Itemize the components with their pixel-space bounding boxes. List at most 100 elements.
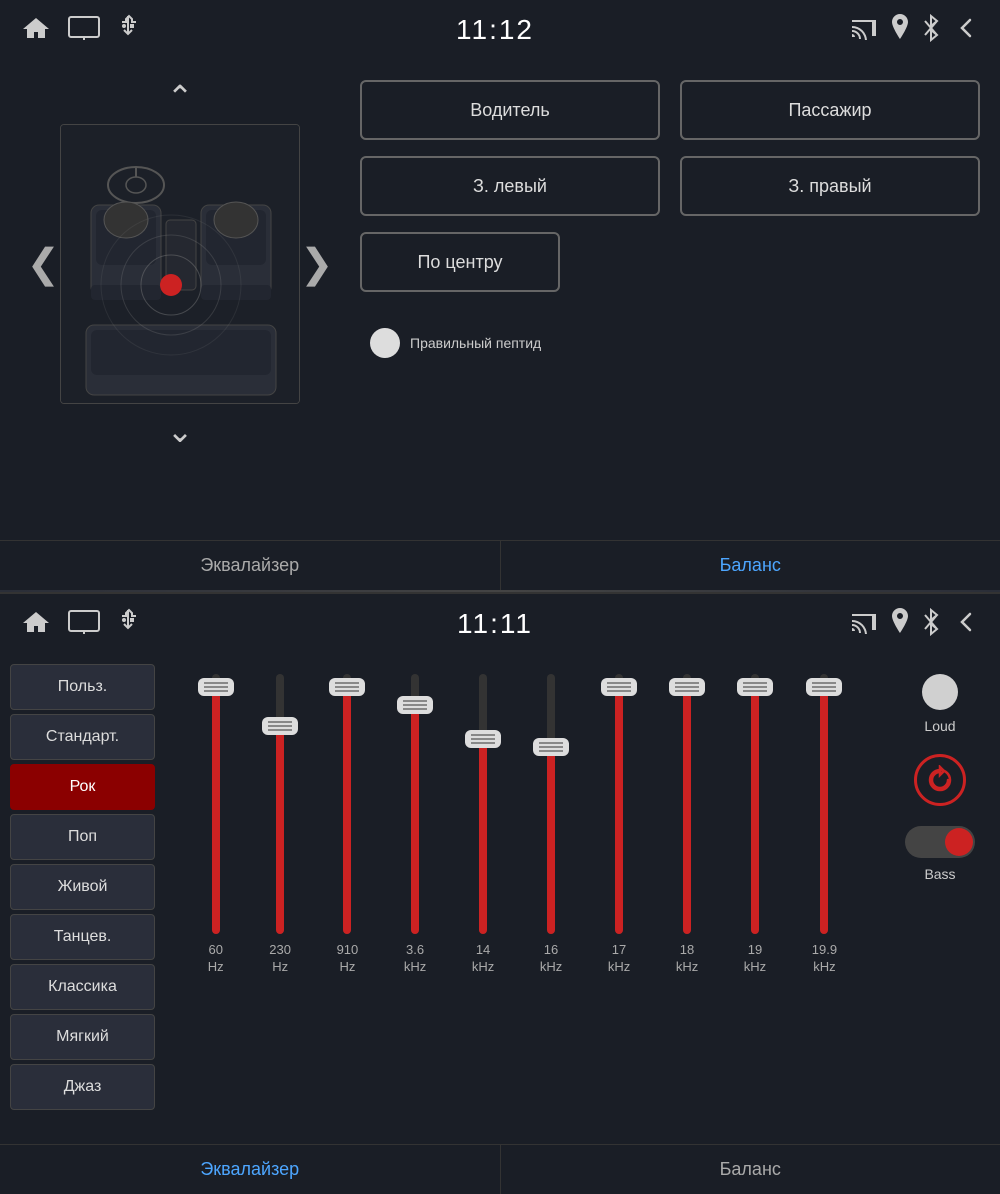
slider-track-6[interactable]	[615, 674, 623, 934]
slider-thumb-5[interactable]	[533, 738, 569, 756]
slider-track-8[interactable]	[751, 674, 759, 934]
up-arrow-button[interactable]: ⌃	[159, 70, 202, 124]
bottom-right-icons	[850, 608, 980, 641]
slider-fill-2	[343, 687, 351, 934]
right-arrow-button[interactable]: ❯	[300, 241, 334, 287]
slider-fill-6	[615, 687, 623, 934]
slider-thumb-4[interactable]	[465, 730, 501, 748]
top-time: 11:12	[456, 14, 534, 46]
slider-track-0[interactable]	[212, 674, 220, 934]
slider-track-3[interactable]	[411, 674, 419, 934]
preset-standard[interactable]: Стандарт.	[10, 714, 155, 760]
preset-pop[interactable]: Поп	[10, 814, 155, 860]
usb-icon-b[interactable]	[116, 608, 140, 641]
seat-row-3: По центру	[360, 232, 980, 292]
cast-icon-b[interactable]	[850, 610, 878, 639]
slider-col-7: 18kHz	[676, 674, 698, 1004]
reset-button[interactable]	[914, 754, 966, 806]
rear-right-button[interactable]: З. правый	[680, 156, 980, 216]
home-icon[interactable]	[20, 14, 52, 47]
rear-left-button[interactable]: З. левый	[360, 156, 660, 216]
indicator-text: Правильный пептид	[410, 335, 541, 351]
eq-content: Польз.Стандарт.РокПопЖивойТанцев.Классик…	[0, 654, 1000, 1144]
bottom-panel: 11:11	[0, 592, 1000, 1183]
slider-col-0: 60Hz	[208, 674, 224, 1004]
back-icon-b[interactable]	[952, 610, 980, 639]
passenger-button[interactable]: Пассажир	[680, 80, 980, 140]
slider-thumb-6[interactable]	[601, 678, 637, 696]
bluetooth-icon-b[interactable]	[922, 608, 940, 641]
slider-label-9: 19.9kHz	[812, 942, 837, 976]
slider-fill-4	[479, 739, 487, 934]
slider-track-5[interactable]	[547, 674, 555, 934]
slider-track-4[interactable]	[479, 674, 487, 934]
top-right-icons	[850, 14, 980, 47]
slider-track-7[interactable]	[683, 674, 691, 934]
bottom-time: 11:11	[457, 608, 533, 640]
preset-classic[interactable]: Классика	[10, 964, 155, 1010]
slider-col-4: 14kHz	[472, 674, 494, 1004]
seat-area: ⌃ ❮	[20, 70, 340, 530]
indicator-dot	[370, 328, 400, 358]
eq-sidebar: Польз.Стандарт.РокПопЖивойТанцев.Классик…	[0, 654, 165, 1144]
cast-icon[interactable]	[850, 16, 878, 45]
screen-icon-b[interactable]	[68, 610, 100, 639]
home-icon-b[interactable]	[20, 608, 52, 641]
slider-fill-7	[683, 687, 691, 934]
screen-icon[interactable]	[68, 16, 100, 45]
preset-live[interactable]: Живой	[10, 864, 155, 910]
slider-fill-3	[411, 705, 419, 934]
slider-track-1[interactable]	[276, 674, 284, 934]
tab-balance-bottom[interactable]: Баланс	[501, 1145, 1000, 1194]
slider-thumb-8[interactable]	[737, 678, 773, 696]
preset-dance[interactable]: Танцев.	[10, 914, 155, 960]
slider-col-2: 910Hz	[337, 674, 359, 1004]
slider-label-7: 18kHz	[676, 942, 698, 976]
slider-fill-0	[212, 687, 220, 934]
slider-fill-9	[820, 687, 828, 934]
back-icon[interactable]	[952, 16, 980, 45]
tab-eq-bottom[interactable]: Эквалайзер	[0, 1145, 501, 1194]
bottom-left-icons	[20, 608, 140, 641]
slider-fill-8	[751, 687, 759, 934]
slider-thumb-9[interactable]	[806, 678, 842, 696]
preset-rock[interactable]: Рок	[10, 764, 155, 810]
slider-thumb-7[interactable]	[669, 678, 705, 696]
slider-label-1: 230Hz	[269, 942, 291, 976]
left-arrow-button[interactable]: ❮	[26, 241, 60, 287]
bluetooth-icon[interactable]	[922, 14, 940, 47]
slider-thumb-0[interactable]	[198, 678, 234, 696]
usb-icon[interactable]	[116, 14, 140, 47]
down-arrow-button[interactable]: ⌄	[159, 404, 202, 458]
top-status-bar: 11:12	[0, 0, 1000, 60]
tab-balance-top[interactable]: Баланс	[501, 541, 1000, 590]
right-indicator: Правильный пептид	[360, 328, 980, 358]
preset-jazz[interactable]: Джаз	[10, 1064, 155, 1110]
bass-toggle[interactable]	[905, 826, 975, 858]
location-icon[interactable]	[890, 14, 910, 47]
slider-label-2: 910Hz	[337, 942, 359, 976]
slider-track-9[interactable]	[820, 674, 828, 934]
slider-col-8: 19kHz	[744, 674, 766, 1004]
slider-thumb-1[interactable]	[262, 717, 298, 735]
loud-indicator[interactable]	[922, 674, 958, 710]
loud-control: Loud	[922, 674, 958, 734]
bottom-status-bar: 11:11	[0, 594, 1000, 654]
preset-soft[interactable]: Мягкий	[10, 1014, 155, 1060]
slider-label-4: 14kHz	[472, 942, 494, 976]
eq-right-controls: Loud Bass	[880, 654, 1000, 1144]
tab-eq-top[interactable]: Эквалайзер	[0, 541, 501, 590]
slider-col-6: 17kHz	[608, 674, 630, 1004]
preset-user[interactable]: Польз.	[10, 664, 155, 710]
slider-track-2[interactable]	[343, 674, 351, 934]
top-left-icons	[20, 14, 140, 47]
slider-label-3: 3.6kHz	[404, 942, 426, 976]
slider-thumb-2[interactable]	[329, 678, 365, 696]
location-icon-b[interactable]	[890, 608, 910, 641]
slider-thumb-3[interactable]	[397, 696, 433, 714]
center-button[interactable]: По центру	[360, 232, 560, 292]
top-panel: 11:12	[0, 0, 1000, 590]
seat-row-2: З. левый З. правый	[360, 156, 980, 216]
bottom-tab-bar: Эквалайзер Баланс	[0, 1144, 1000, 1194]
driver-button[interactable]: Водитель	[360, 80, 660, 140]
